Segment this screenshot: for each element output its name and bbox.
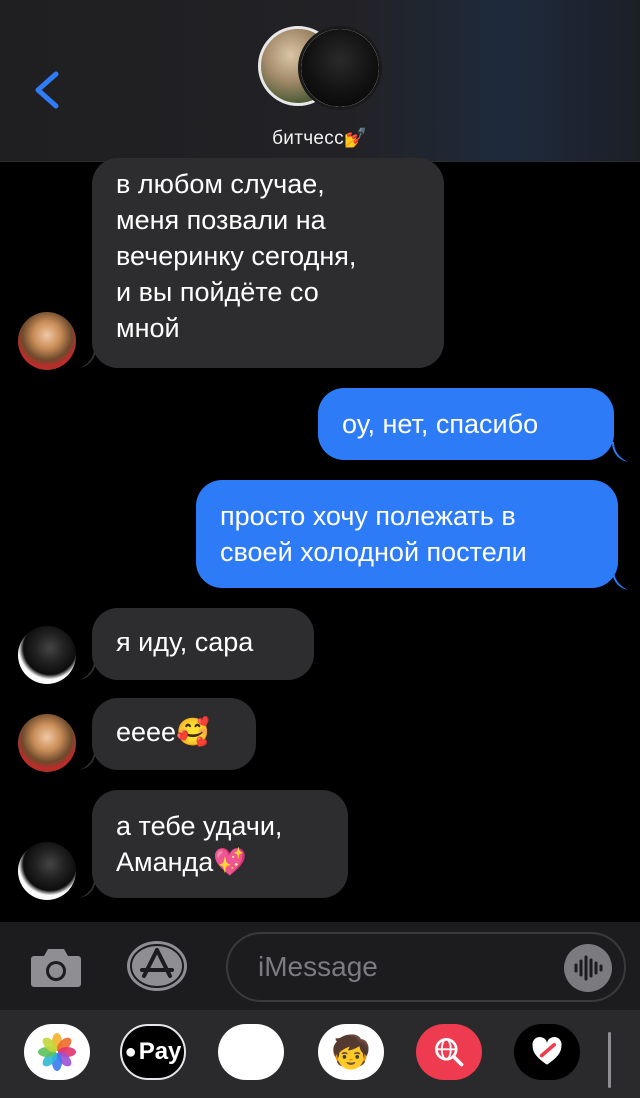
apple-pay-app-icon[interactable]: ● Pay bbox=[120, 1024, 186, 1080]
message-line: в любом случае, bbox=[116, 169, 325, 199]
sender-avatar-boy[interactable] bbox=[18, 626, 76, 684]
web-search-app-icon[interactable] bbox=[416, 1024, 482, 1080]
message-text-input[interactable] bbox=[258, 934, 558, 1000]
sender-avatar-girl[interactable] bbox=[18, 312, 76, 370]
message-bubble-incoming[interactable]: а тебе удачи, Аманда💖 bbox=[92, 790, 348, 898]
monkey-icon: 🐵 bbox=[231, 1033, 271, 1071]
message-line: вечеринку сегодня, bbox=[116, 241, 357, 271]
drawer-scroll-indicator bbox=[608, 1032, 611, 1088]
back-button[interactable] bbox=[28, 68, 68, 112]
photos-app-icon[interactable] bbox=[24, 1024, 90, 1080]
imessage-input-field[interactable] bbox=[226, 932, 626, 1002]
audio-message-button[interactable] bbox=[564, 944, 612, 992]
audio-waveform-icon bbox=[574, 955, 603, 981]
message-line: и вы пойдёте со bbox=[116, 277, 319, 307]
bubble-tail bbox=[80, 750, 96, 770]
app-store-icon bbox=[127, 941, 187, 991]
message-line: просто хочу полежать в bbox=[220, 501, 516, 531]
chevron-left-icon bbox=[35, 71, 59, 109]
message-line: своей холодной постели bbox=[220, 537, 527, 567]
apple-logo-icon: ● bbox=[124, 1040, 137, 1063]
message-line: Аманда💖 bbox=[116, 847, 247, 877]
message-line: eeee🥰 bbox=[116, 717, 210, 747]
message-bubble-outgoing[interactable]: просто хочу полежать в своей холодной по… bbox=[196, 480, 618, 588]
message-bubble-incoming[interactable]: в любом случае, меня позвали на вечеринк… bbox=[92, 158, 444, 368]
member-avatar-boy bbox=[298, 26, 382, 110]
message-line: меня позвали на bbox=[116, 205, 326, 235]
app-drawer: ● Pay 🐵 🧒 bbox=[0, 1010, 640, 1098]
app-store-button[interactable] bbox=[126, 940, 188, 992]
digital-touch-app-icon[interactable] bbox=[514, 1024, 580, 1080]
message-line: мной bbox=[116, 313, 180, 343]
heart-touch-icon bbox=[532, 1037, 562, 1065]
message-line: а тебе удачи, bbox=[116, 811, 283, 841]
bubble-tail bbox=[80, 878, 96, 898]
camera-icon bbox=[31, 949, 81, 987]
bubble-tail bbox=[612, 442, 628, 462]
sender-avatar-boy[interactable] bbox=[18, 842, 76, 900]
sender-avatar-girl[interactable] bbox=[18, 714, 76, 772]
apple-pay-label: Pay bbox=[138, 1038, 182, 1065]
globe-search-icon bbox=[435, 1038, 464, 1067]
bubble-tail bbox=[80, 348, 96, 368]
bubble-tail bbox=[80, 660, 96, 680]
bubble-tail bbox=[612, 570, 628, 590]
message-bubble-outgoing[interactable]: оу, нет, спасибо bbox=[318, 388, 614, 460]
photos-flower-icon bbox=[38, 1033, 76, 1071]
message-line: оу, нет, спасибо bbox=[342, 409, 539, 439]
animoji-app-icon[interactable]: 🐵 bbox=[218, 1024, 284, 1080]
camera-button[interactable] bbox=[30, 944, 82, 988]
memoji-icon: 🧒 bbox=[331, 1034, 371, 1070]
conversation-header: битчесс💅 bbox=[0, 0, 640, 162]
message-line: я иду, сара bbox=[116, 627, 254, 657]
group-avatar-stack[interactable] bbox=[258, 26, 384, 110]
message-bubble-incoming[interactable]: eeee🥰 bbox=[92, 698, 256, 770]
memoji-stickers-app-icon[interactable]: 🧒 bbox=[318, 1024, 384, 1080]
group-name[interactable]: битчесс💅 bbox=[0, 126, 640, 150]
message-input-bar bbox=[0, 922, 640, 1010]
message-bubble-incoming[interactable]: я иду, сара bbox=[92, 608, 314, 680]
